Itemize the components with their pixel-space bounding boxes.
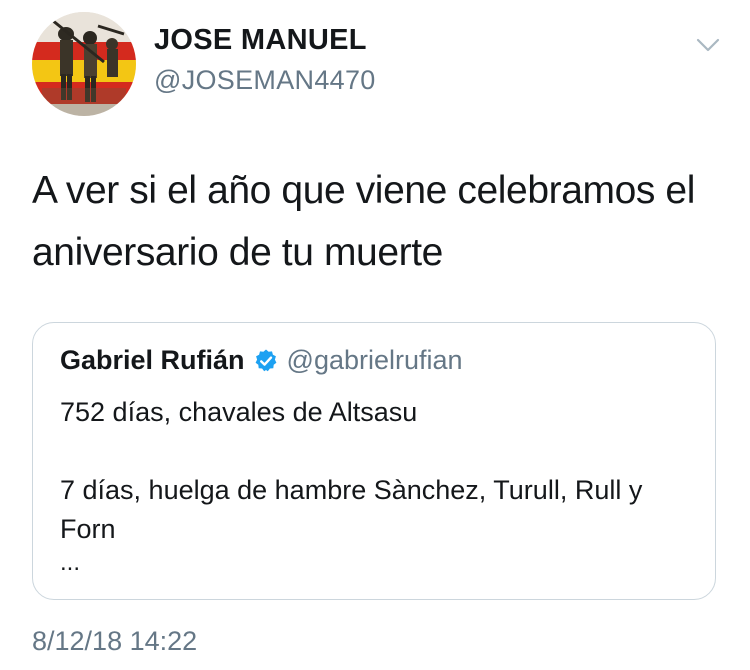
verified-badge-icon [253,348,279,374]
author-handle[interactable]: @JOSEMAN4470 [154,65,376,96]
tweet-text: A ver si el año que viene celebramos el … [32,169,695,274]
tweet-timestamp[interactable]: 8/12/18 14:22 [32,626,197,657]
quoted-tweet-card[interactable]: Gabriel Rufián @gabrielrufian 752 días, … [32,322,716,600]
quoted-author-handle: @gabrielrufian [286,345,463,375]
quoted-tweet-text: 752 días, chavales de Altsasu 7 días, hu… [60,397,643,544]
quoted-tweet-header: Gabriel Rufián @gabrielrufian [60,345,463,376]
avatar[interactable] [32,12,136,116]
avatar-image [32,12,136,116]
quoted-author-name: Gabriel Rufián [60,345,245,375]
quoted-tweet-ellipsis: ... [60,549,81,576]
chevron-down-icon[interactable] [692,33,724,57]
author-display-name[interactable]: JOSE MANUEL [154,24,367,57]
